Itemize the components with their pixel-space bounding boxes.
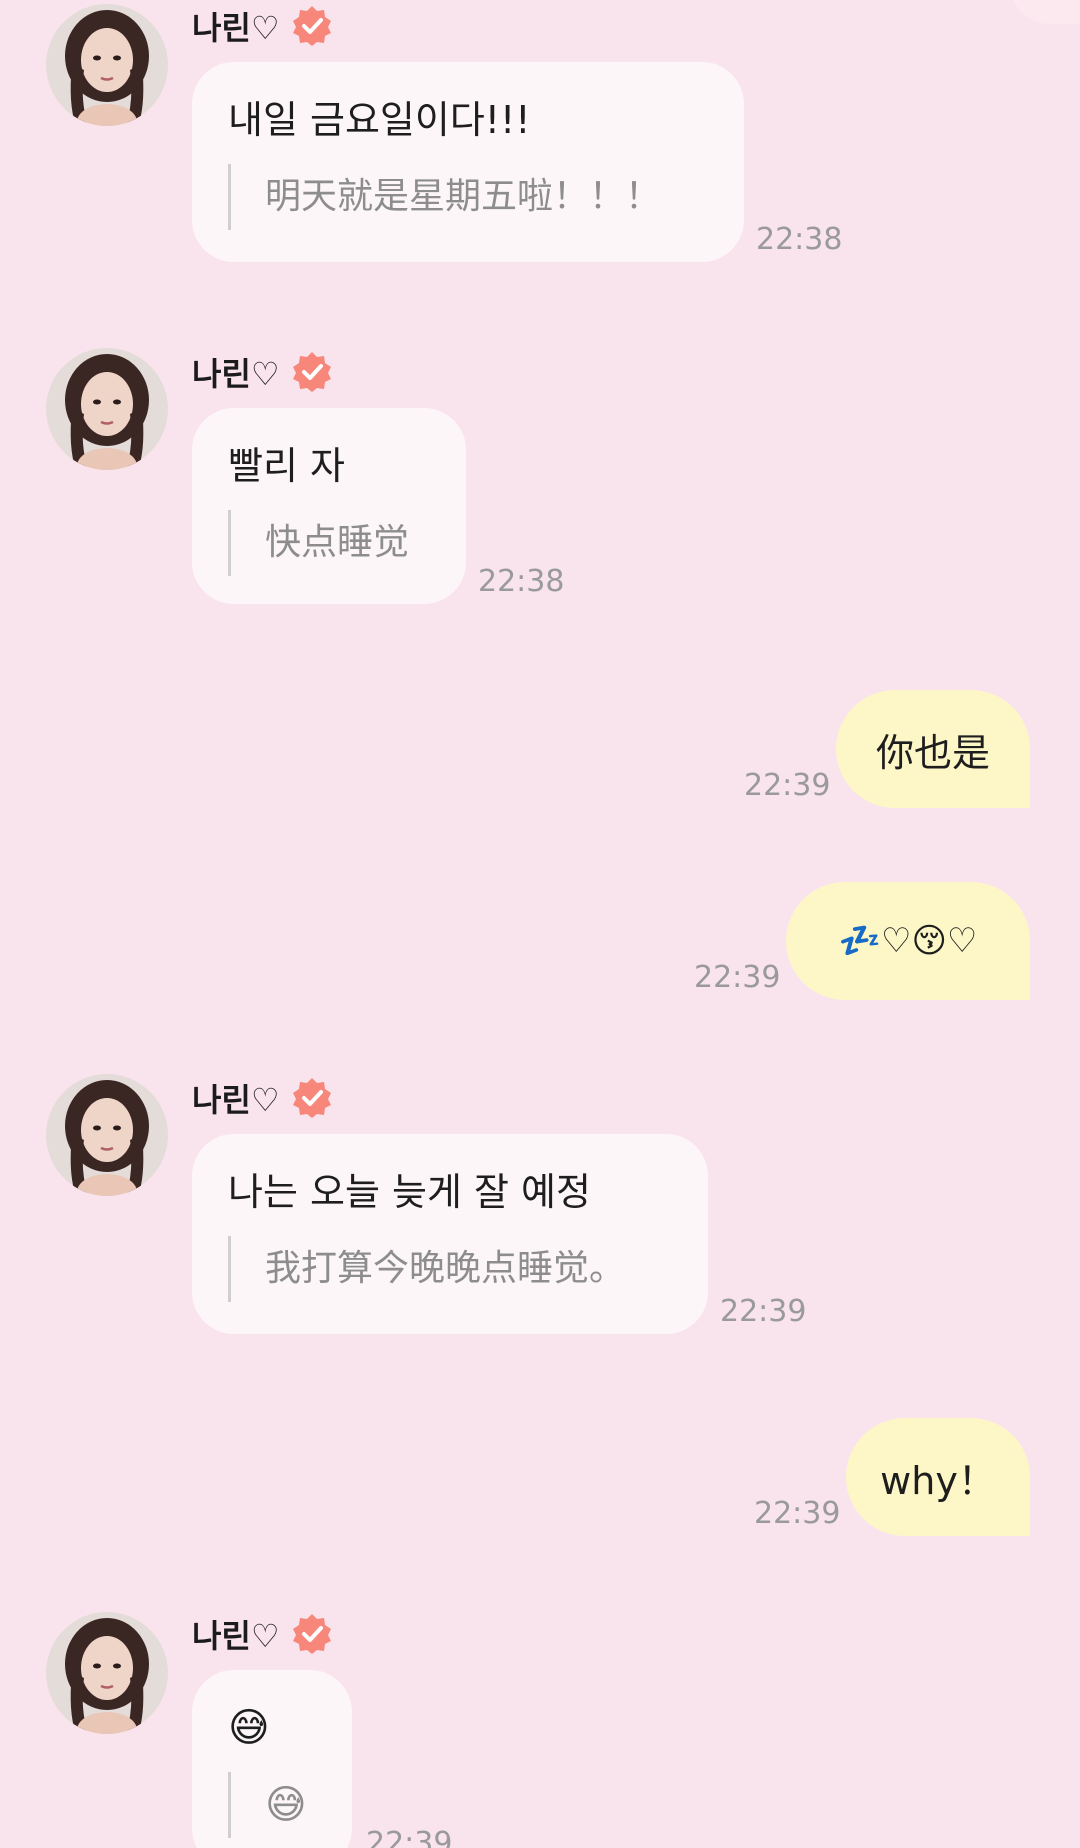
message-text: 你也是 — [875, 730, 990, 775]
verified-badge-icon — [292, 1614, 331, 1654]
avatar-photo — [46, 1612, 168, 1734]
message-translation: 我打算今晚晚点睡觉。 — [228, 1236, 672, 1302]
outgoing-message-bubble[interactable]: 你也是 — [836, 690, 1030, 808]
message-text: 나는 오늘 늦게 잘 예정 — [228, 1170, 591, 1214]
message-translation: 快点睡觉 — [228, 510, 430, 576]
message-text: 💤♡😚♡ — [838, 921, 978, 961]
message-text: 빨리 자 — [228, 444, 345, 488]
previous-message-fragment — [1010, 0, 1080, 24]
sender-name-row: 나린♡ — [192, 348, 334, 396]
sender-name-row: 나린♡ — [192, 1074, 334, 1122]
avatar-photo — [46, 4, 168, 126]
verified-badge-icon — [292, 1078, 331, 1118]
outgoing-message-bubble[interactable]: why！ — [846, 1418, 1030, 1536]
chat-thread[interactable]: 나린♡ 내일 금요일이다!!! 明天就是星期五啦！！！ 22:38 나린♡ 빨리… — [0, 0, 1080, 1848]
sender-name-row: 나린♡ — [192, 1610, 334, 1658]
outgoing-message-bubble[interactable]: 💤♡😚♡ — [786, 882, 1030, 1000]
sender-name: 나린♡ — [192, 9, 280, 47]
verified-badge-icon — [292, 6, 331, 46]
message-timestamp: 22:38 — [756, 222, 843, 257]
avatar-photo — [46, 348, 168, 470]
message-timestamp: 22:38 — [478, 564, 565, 599]
avatar-photo — [46, 1074, 168, 1196]
message-timestamp: 22:39 — [720, 1294, 807, 1329]
incoming-message-bubble[interactable]: 빨리 자 快点睡觉 — [192, 408, 466, 604]
incoming-message-bubble[interactable]: 나는 오늘 늦게 잘 예정 我打算今晚晚点睡觉。 — [192, 1134, 708, 1334]
verified-badge-icon — [292, 352, 331, 392]
sender-name: 나린♡ — [192, 1617, 280, 1655]
message-translation: 明天就是星期五啦！！！ — [228, 164, 708, 230]
sender-name-row: 나린♡ — [192, 2, 334, 50]
message-timestamp: 22:39 — [366, 1826, 453, 1848]
avatar[interactable] — [46, 1612, 168, 1734]
incoming-message-bubble[interactable]: 😅 😅 — [192, 1670, 352, 1848]
sender-name: 나린♡ — [192, 355, 280, 393]
avatar[interactable] — [46, 4, 168, 126]
message-text: 내일 금요일이다!!! — [228, 98, 531, 142]
message-translation: 😅 — [228, 1772, 316, 1838]
sender-name: 나린♡ — [192, 1081, 280, 1119]
message-timestamp: 22:39 — [754, 1496, 841, 1531]
avatar[interactable] — [46, 348, 168, 470]
message-timestamp: 22:39 — [744, 768, 831, 803]
incoming-message-bubble[interactable]: 내일 금요일이다!!! 明天就是星期五啦！！！ — [192, 62, 744, 262]
message-text: why！ — [880, 1458, 996, 1503]
avatar[interactable] — [46, 1074, 168, 1196]
message-text: 😅 — [228, 1705, 270, 1751]
message-timestamp: 22:39 — [694, 960, 781, 995]
